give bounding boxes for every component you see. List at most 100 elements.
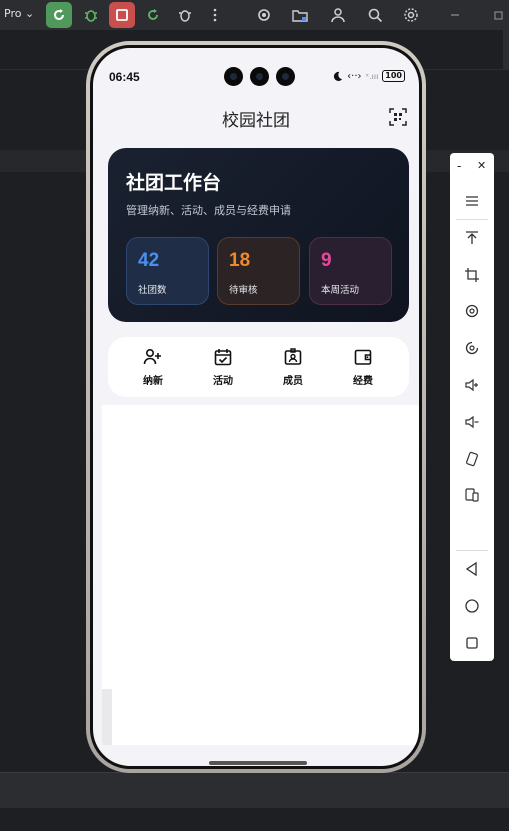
home-circle-icon [465,599,479,613]
assistant-icon [258,9,270,21]
quick-action-events[interactable]: 活动 [201,347,245,387]
search-button[interactable] [362,2,388,28]
screenshot-crop-button[interactable] [462,265,482,285]
panel-minimize-button[interactable]: - [457,159,461,173]
ai-assistant-button[interactable] [251,2,277,28]
quick-action-funding[interactable]: 经费 [341,347,385,387]
panel-divider [456,550,488,551]
emulator-control-panel: - ✕ [450,153,494,661]
account-button[interactable] [325,2,351,28]
rotate-left-icon [465,304,479,318]
status-icons: ‹··› ˣ.ııı 100 [332,70,405,82]
crop-icon [465,268,479,282]
battery-icon: 100 [382,70,405,82]
stop-button[interactable] [109,2,135,28]
nav-home-button[interactable] [462,596,482,616]
quick-action-members[interactable]: 成员 [271,347,315,387]
stat-value: 42 [138,250,160,271]
stat-label: 本周活动 [321,285,360,296]
stat-card-weekly-events[interactable]: 9 本周活动 [309,237,392,305]
restore-window-button[interactable] [486,2,509,28]
debug-button[interactable] [78,2,104,28]
nav-back-button[interactable] [462,559,482,579]
wallet-icon [354,349,372,365]
home-indicator[interactable] [209,761,307,765]
fold-icon [465,488,479,502]
search-icon [368,8,383,23]
bug-icon [85,10,97,22]
ide-status-strip [0,808,509,831]
quick-action-label: 成员 [283,376,303,387]
folder-icon [292,10,308,22]
camera-lens-icon [250,67,269,86]
overview-square-icon [466,637,478,649]
more-vertical-icon [213,8,217,22]
project-selector[interactable]: Pro ⌄ [4,7,34,20]
status-bar: 06:45 ‹··› ˣ.ııı 100 [93,48,419,88]
menu-icon [466,196,478,206]
member-card-icon [284,348,302,365]
panel-close-button[interactable]: ✕ [477,159,486,172]
apply-changes-button[interactable] [140,2,166,28]
dashboard-title: 社团工作台 [126,172,222,194]
nav-overview-button[interactable] [462,633,482,653]
content-edge [102,689,112,745]
rotate-right-button[interactable] [462,338,482,358]
scroll-top-button[interactable] [462,228,482,248]
quick-actions-bar: 纳新 活动 成员 经费 [108,337,409,397]
stat-card-clubs[interactable]: 42 社团数 [126,237,209,305]
restore-icon [494,11,503,20]
signal-icon: ˣ.ııı [365,71,379,81]
quick-action-recruit[interactable]: 纳新 [131,347,175,387]
menu-button[interactable] [462,191,482,211]
volume-down-button[interactable] [462,412,482,432]
minimize-icon [451,14,459,16]
page-title: 校园社团 [222,111,290,131]
camera-lens-icon [224,67,243,86]
panel-divider [456,219,488,220]
arrow-to-top-icon [466,231,478,244]
quick-action-label: 纳新 [143,376,163,387]
calendar-check-icon [214,349,232,366]
more-button[interactable] [202,2,228,28]
scan-icon[interactable] [389,108,407,126]
stat-label: 待审核 [229,285,258,296]
quick-action-label: 经费 [353,376,373,387]
bug-attach-icon [179,10,191,22]
rerun-button[interactable] [46,2,72,28]
stop-icon [116,9,128,21]
stat-card-pending[interactable]: 18 待审核 [217,237,300,305]
quick-action-label: 活动 [213,376,233,387]
rotate-left-button[interactable] [462,301,482,321]
add-user-icon [143,348,161,365]
rerun-icon [54,9,64,20]
ide-toolbar: Pro ⌄ [0,0,509,30]
stat-value: 9 [321,250,332,271]
volume-up-button[interactable] [462,375,482,395]
nfc-icon: ‹··› [347,70,362,82]
content-area [102,405,419,745]
rotate-device-button[interactable] [462,449,482,469]
dashboard-subtitle: 管理纳新、活动、成员与经费申请 [126,204,291,217]
user-icon [331,8,345,23]
fold-device-button[interactable] [462,485,482,505]
moon-icon [334,71,343,81]
apply-changes-icon [148,9,158,20]
minimize-window-button[interactable] [442,2,468,28]
gear-icon [404,8,418,22]
back-triangle-icon [465,561,477,577]
dashboard-card: 社团工作台 管理纳新、活动、成员与经费申请 42 社团数 18 待审核 9 本周… [108,148,409,322]
settings-button[interactable] [398,2,424,28]
volume-down-icon [465,415,479,429]
attach-debugger-button[interactable] [172,2,198,28]
phone-screen: 06:45 ‹··› ˣ.ııı 100 校园社团 社团工作台 管理纳新、活动、… [93,48,419,766]
ide-bottom-panel [0,772,509,808]
camera-lens-icon [276,67,295,86]
status-time: 06:45 [109,70,140,84]
phone-frame: 06:45 ‹··› ˣ.ııı 100 校园社团 社团工作台 管理纳新、活动、… [86,41,426,773]
rotate-device-icon [466,451,478,467]
device-manager-button[interactable] [287,2,313,28]
stat-value: 18 [229,250,251,271]
volume-up-icon [465,378,478,392]
rotate-right-icon [465,341,479,355]
